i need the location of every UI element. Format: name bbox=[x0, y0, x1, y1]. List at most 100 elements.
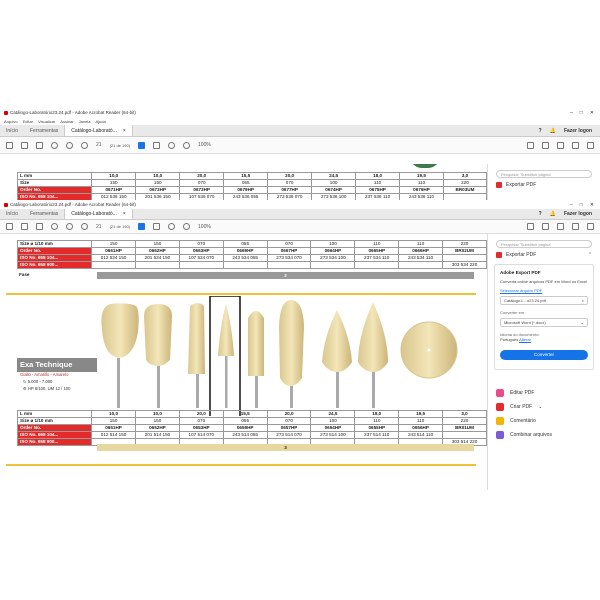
page-up-icon[interactable] bbox=[66, 141, 73, 149]
table-cell: 0677HP bbox=[267, 186, 313, 194]
table-cell bbox=[91, 261, 136, 269]
tab-close-icon[interactable]: × bbox=[123, 211, 126, 217]
back-product-tip bbox=[410, 164, 440, 168]
table-cell bbox=[442, 431, 487, 439]
sign-in-button[interactable]: Fazer logon bbox=[564, 128, 592, 134]
sign-icon[interactable] bbox=[557, 223, 564, 230]
tool-combine[interactable]: Combinar arquivos bbox=[496, 428, 592, 442]
table-cell: 012 514 150 bbox=[91, 431, 136, 439]
chevron-down-icon[interactable]: ⌄ bbox=[538, 404, 542, 410]
table-cell: 150 bbox=[91, 179, 137, 187]
table-row: ISO No. 658 900... 303 534 220 bbox=[16, 261, 487, 269]
minimize-icon[interactable]: – bbox=[570, 202, 573, 208]
lang-change-link[interactable]: Alterar bbox=[519, 337, 531, 342]
pen-icon[interactable] bbox=[542, 141, 549, 149]
comment-icon[interactable] bbox=[527, 223, 534, 230]
upload-icon[interactable] bbox=[21, 223, 28, 230]
page-down-icon[interactable] bbox=[81, 141, 88, 149]
hand-icon[interactable] bbox=[153, 223, 161, 230]
table-cell: 0666HP bbox=[398, 247, 444, 255]
link-icon[interactable] bbox=[587, 141, 594, 149]
tab-inicio[interactable]: Início bbox=[0, 125, 24, 136]
table-cell: 19,5 bbox=[398, 410, 444, 418]
mail-icon[interactable] bbox=[572, 223, 579, 230]
lang-value: Português bbox=[500, 337, 519, 342]
mail-icon[interactable] bbox=[572, 141, 579, 149]
help-icon[interactable]: ? bbox=[539, 211, 542, 217]
select-file-link[interactable]: Selecionar arquivo PDF bbox=[500, 288, 588, 293]
bell-icon[interactable]: 🔔 bbox=[550, 211, 556, 217]
chevron-up-icon[interactable]: ⌃ bbox=[588, 252, 592, 258]
table-cell: 070 bbox=[179, 179, 225, 187]
help-icon[interactable]: ? bbox=[539, 128, 542, 134]
export-pdf-item[interactable]: Exportar PDF ⌃ bbox=[496, 252, 592, 258]
convert-button[interactable]: Converter bbox=[500, 350, 588, 360]
tab-document[interactable]: Catálogo-Laborató... × bbox=[64, 209, 133, 219]
minimize-icon[interactable]: – bbox=[570, 110, 573, 116]
page-up-icon[interactable] bbox=[66, 223, 73, 230]
bell-icon[interactable]: 🔔 bbox=[550, 128, 556, 134]
maximize-icon[interactable]: □ bbox=[580, 110, 583, 116]
pen-icon[interactable] bbox=[542, 223, 549, 230]
hand-icon[interactable] bbox=[153, 141, 161, 149]
pane-search-input[interactable]: Pesquisar 'Substituir página' bbox=[496, 240, 592, 248]
link-icon[interactable] bbox=[587, 223, 594, 230]
zoom-level[interactable]: 100% bbox=[198, 224, 211, 230]
table-row: Order No. 0651HP 0652HP 0653HP 0659HP 0657HP 0… bbox=[16, 424, 487, 432]
sign-in-button[interactable]: Fazer logon bbox=[564, 211, 592, 217]
search-icon[interactable] bbox=[51, 141, 58, 149]
front-toolbar: 21 (21 de 190) 100% bbox=[0, 220, 600, 234]
back-export-pdf-item[interactable]: Exportar PDF bbox=[496, 182, 592, 188]
save-icon[interactable] bbox=[6, 141, 13, 149]
page-number[interactable]: 21 bbox=[96, 224, 102, 230]
table-cell: 220 bbox=[442, 417, 487, 425]
close-icon[interactable]: ✕ bbox=[590, 110, 594, 116]
tab-document-label: Catálogo-Laborató... bbox=[71, 211, 117, 217]
row-label: Size ⌀ 1/10 mm bbox=[16, 240, 93, 248]
tab-ferramentas[interactable]: Ferramentas bbox=[24, 209, 64, 219]
table-cell: 237 534 110 bbox=[354, 254, 400, 262]
file-field[interactable]: Catálogo-L...o23.24.pdf × bbox=[500, 296, 588, 305]
menu-janela[interactable]: Janela bbox=[79, 119, 91, 124]
table-cell: 0679HP bbox=[223, 186, 269, 194]
menu-editar[interactable]: Editar bbox=[23, 119, 33, 124]
table-cell: 201 514 150 bbox=[134, 431, 180, 439]
search-icon[interactable] bbox=[51, 223, 58, 230]
tool-edit-pdf[interactable]: Editar PDF bbox=[496, 386, 592, 400]
window-controls[interactable]: – □ ✕ bbox=[570, 110, 600, 116]
cursor-icon[interactable] bbox=[138, 223, 146, 230]
window-controls[interactable]: – □ ✕ bbox=[570, 202, 600, 208]
table-cell: 070 bbox=[266, 240, 312, 248]
zoom-in-icon[interactable] bbox=[183, 223, 191, 230]
menu-arquivo[interactable]: Arquivo bbox=[4, 119, 18, 124]
sign-icon[interactable] bbox=[557, 141, 564, 149]
section-divider bbox=[6, 293, 476, 295]
zoom-level[interactable]: 100% bbox=[198, 142, 211, 148]
zoom-out-icon[interactable] bbox=[168, 141, 176, 149]
convert-to-select[interactable]: Microsoft Word (*.docx) ⌄ bbox=[500, 318, 588, 327]
print-icon[interactable] bbox=[36, 223, 43, 230]
menu-assinar[interactable]: Assinar bbox=[60, 119, 73, 124]
cursor-icon[interactable] bbox=[138, 141, 146, 149]
tab-inicio[interactable]: Início bbox=[0, 209, 24, 219]
tool-comment[interactable]: Comentário bbox=[496, 414, 592, 428]
zoom-out-icon[interactable] bbox=[168, 223, 176, 230]
tool-create-pdf[interactable]: Criar PDF ⌄ bbox=[496, 400, 592, 414]
table-cell: 055 bbox=[223, 179, 269, 187]
back-pane-search[interactable]: Pesquisar 'Substituir página' bbox=[496, 170, 592, 178]
maximize-icon[interactable]: □ bbox=[580, 202, 583, 208]
save-icon[interactable] bbox=[6, 223, 13, 230]
print-icon[interactable] bbox=[36, 141, 43, 149]
tab-document[interactable]: Catálogo-Laborató... × bbox=[64, 125, 133, 136]
upload-icon[interactable] bbox=[21, 141, 28, 149]
page-down-icon[interactable] bbox=[81, 223, 88, 230]
tab-close-icon[interactable]: × bbox=[123, 128, 126, 134]
tab-ferramentas[interactable]: Ferramentas bbox=[24, 125, 64, 136]
close-icon[interactable]: ✕ bbox=[590, 202, 594, 208]
zoom-in-icon[interactable] bbox=[183, 141, 191, 149]
menu-ajuda[interactable]: Ajuda bbox=[95, 119, 105, 124]
clear-file-icon[interactable]: × bbox=[582, 298, 584, 303]
page-number[interactable]: 21 bbox=[96, 142, 102, 148]
comment-icon[interactable] bbox=[527, 141, 534, 149]
menu-visualizar[interactable]: Visualizar bbox=[38, 119, 55, 124]
